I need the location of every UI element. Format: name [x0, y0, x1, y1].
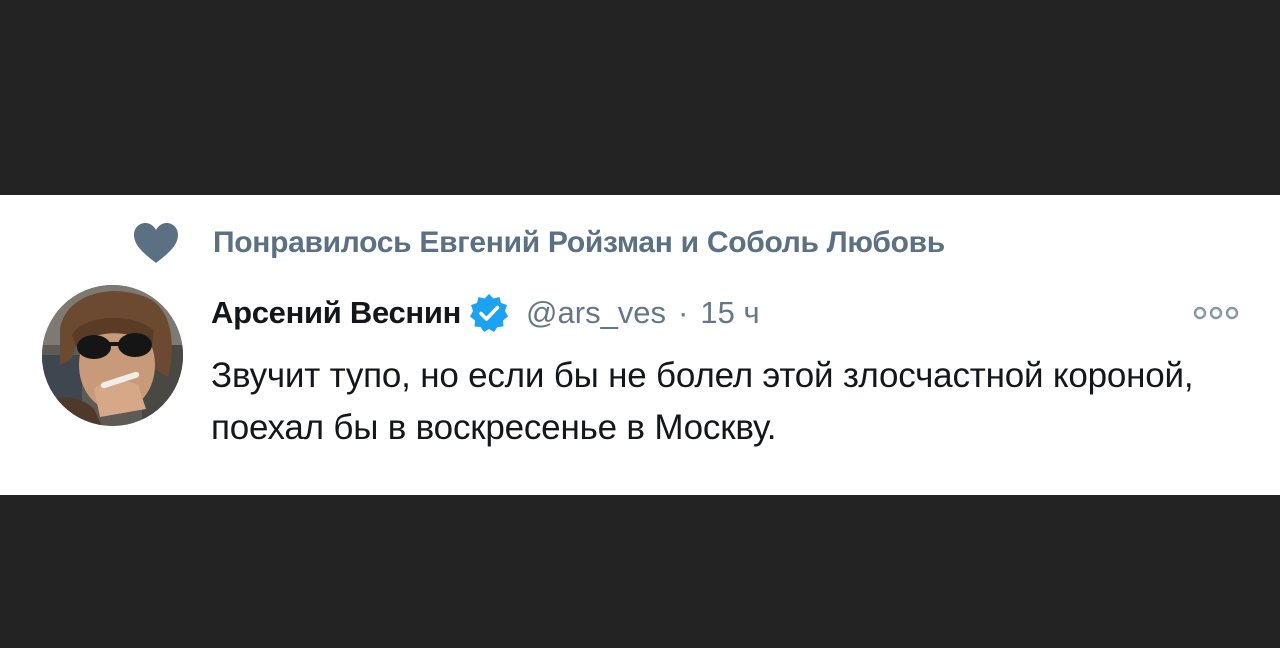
tweet-timestamp[interactable]: 15 ч [700, 295, 759, 331]
social-context: Понравилось Евгений Ройзман и Соболь Люб… [133, 221, 945, 265]
tweet-text: Звучит тупо, но если бы не болел этой зл… [211, 356, 1194, 447]
tweet-header: Арсений Веснин @ars_ves · 15 ч [211, 288, 760, 338]
social-context-text[interactable]: Понравилось Евгений Ройзман и Соболь Люб… [213, 226, 945, 260]
author-name[interactable]: Арсений Веснин [211, 295, 461, 331]
heart-icon [134, 223, 178, 263]
more-options-icon[interactable] [1190, 303, 1242, 323]
verified-badge-icon [470, 294, 509, 332]
separator-dot: · [678, 295, 689, 330]
avatar[interactable] [42, 285, 183, 426]
screenshot-frame: Понравилось Евгений Ройзман и Соболь Люб… [0, 0, 1280, 648]
author-handle[interactable]: @ars_ves [526, 295, 666, 331]
